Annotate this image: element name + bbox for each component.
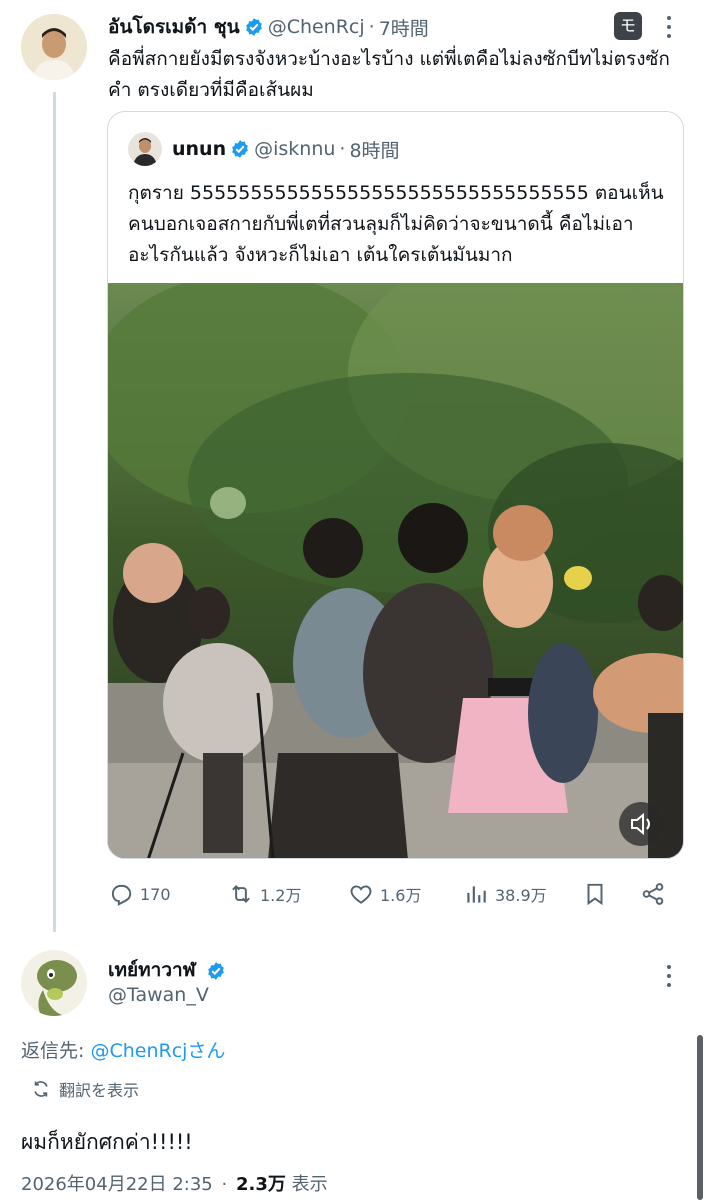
separator: · — [339, 138, 346, 160]
translate-button[interactable]: 翻訳を表示 — [31, 1077, 139, 1101]
quote-avatar — [128, 132, 162, 166]
repost-count: 1.2万 — [260, 886, 302, 905]
reply-icon — [111, 884, 132, 906]
translate-icon — [34, 1081, 48, 1097]
post-date[interactable]: 2026年04月22日 2:35 — [21, 1174, 213, 1195]
quote-header: unun @isknnu · 8時間 — [128, 132, 400, 166]
translate-label: 翻訳を表示 — [59, 1081, 140, 1100]
thread-line — [53, 92, 56, 932]
like-count: 1.6万 — [380, 886, 422, 905]
reply-button[interactable]: 170 — [108, 872, 171, 916]
mute-button[interactable] — [619, 802, 663, 846]
more-icon[interactable] — [666, 965, 672, 987]
view-label: 表示 — [291, 1174, 328, 1195]
avatar[interactable] — [21, 14, 87, 80]
action-bar: 170 1.2万 1.6万 38.9万 — [108, 872, 673, 916]
tweet-text: คือพี่สกายยังมีตรงจังหวะบ้างอะไรบ้าง แต่… — [108, 48, 670, 101]
video-player[interactable] — [108, 283, 683, 858]
quote-handle: @isknnu — [254, 138, 336, 160]
share-button[interactable] — [640, 872, 672, 916]
quote-tweet[interactable]: unun @isknnu · 8時間 กุตราย 55555555555555… — [107, 111, 684, 859]
quote-timestamp: 8時間 — [349, 139, 400, 162]
views-icon — [467, 886, 486, 903]
verified-badge-icon — [232, 140, 248, 158]
views-button[interactable]: 38.9万 — [463, 872, 547, 916]
reply-count: 170 — [140, 884, 171, 904]
replying-to: 返信先: @ChenRcjさん — [21, 1036, 225, 1063]
repost-button[interactable]: 1.2万 — [228, 872, 301, 916]
separator: · — [368, 16, 375, 38]
extension-button[interactable]: モ — [614, 12, 642, 40]
speaker-icon — [631, 812, 650, 836]
like-button[interactable]: 1.6万 — [348, 872, 421, 916]
bookmark-icon — [587, 883, 603, 906]
replying-suffix: さん — [187, 1040, 226, 1062]
reply-text: ผมก็หยักศกค่า!!!!! — [21, 1130, 193, 1154]
tweet-meta: 2026年04月22日 2:35 · 2.3万 表示 — [21, 1170, 328, 1196]
verified-badge-icon — [207, 961, 224, 980]
reply-handle[interactable]: @Tawan_V — [108, 984, 209, 1006]
bookmark-button[interactable] — [582, 872, 614, 916]
share-icon — [642, 883, 664, 905]
scrollbar[interactable] — [697, 1035, 703, 1200]
quote-text: กุตราย 555555555555555555555555555555555… — [128, 182, 664, 266]
quote-display-name: unun — [172, 138, 227, 160]
handle[interactable]: @ChenRcj — [268, 16, 365, 38]
like-icon — [350, 885, 372, 904]
reply-header: เทย์ทาวาฬ — [108, 955, 230, 985]
verified-badge-icon — [245, 18, 262, 36]
replying-mention[interactable]: @ChenRcj — [90, 1040, 187, 1062]
timestamp[interactable]: 7時間 — [379, 14, 429, 41]
reply-avatar[interactable] — [21, 950, 87, 1016]
video-frame — [108, 283, 683, 858]
view-count: 2.3万 — [235, 1174, 286, 1195]
replying-prefix: 返信先: — [21, 1040, 91, 1062]
more-icon[interactable] — [666, 16, 672, 38]
reply-display-name[interactable]: เทย์ทาวาฬ — [108, 959, 196, 981]
repost-icon — [232, 885, 250, 903]
tweet-header: อันโดรเมด้า ชุน @ChenRcj · 7時間 — [108, 12, 635, 42]
display-name[interactable]: อันโดรเมด้า ชุน — [108, 12, 240, 42]
separator: · — [221, 1174, 228, 1195]
views-count: 38.9万 — [495, 886, 547, 905]
